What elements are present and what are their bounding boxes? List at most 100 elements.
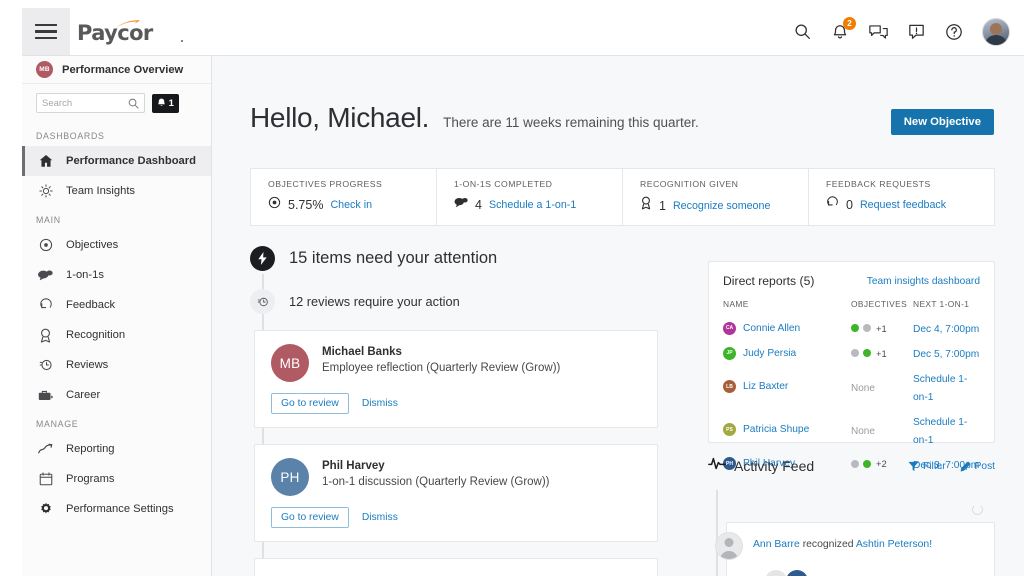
- avatar-body: [720, 551, 738, 559]
- award-ribbon-icon: [38, 328, 53, 343]
- stat-card-feedback-requests: FEEDBACK REQUESTS 0 Request feedback: [809, 169, 994, 225]
- sidebar-item-label: Team Insights: [66, 185, 136, 197]
- avatar: MB: [271, 344, 309, 382]
- sidebar-item-career[interactable]: Career: [22, 380, 211, 410]
- user-avatar[interactable]: [982, 17, 1010, 46]
- sidebar-item-1-on-1s[interactable]: 1-on-1s: [22, 260, 211, 290]
- chat-icon[interactable]: [866, 20, 890, 44]
- report-name-link[interactable]: Patricia Shupe: [743, 424, 809, 435]
- sidebar: MB Performance Overview 1 DASHBOARDS: [22, 56, 212, 576]
- top-bar-icons: 2: [790, 8, 1010, 55]
- new-objective-button[interactable]: New Objective: [890, 109, 994, 135]
- filter-label: Filter: [922, 460, 946, 472]
- next-one-on-one-link[interactable]: Dec 5, 7:00pm: [913, 349, 979, 360]
- sidebar-alerts-button[interactable]: 1: [152, 93, 179, 113]
- column-header-name: NAME: [723, 299, 749, 309]
- table-row[interactable]: LB Liz Baxter None Schedule 1-on-1: [723, 366, 980, 409]
- filter-icon: [908, 461, 919, 471]
- search-input[interactable]: [42, 97, 130, 109]
- stat-card-1-on-1s-completed: 1-ON-1S COMPLETED 4 Schedule a 1-on-1: [437, 169, 623, 225]
- help-icon[interactable]: [942, 20, 966, 44]
- stat-label: RECOGNITION GIVEN: [640, 179, 739, 189]
- sidebar-item-label: Feedback: [66, 299, 116, 311]
- greeting-subtext: There are 11 weeks remaining this quarte…: [443, 115, 699, 130]
- go-to-review-button[interactable]: Go to review: [271, 393, 349, 414]
- avatar: [786, 570, 808, 576]
- target-icon: [268, 196, 281, 214]
- stat-value: 5.75%: [288, 198, 324, 212]
- sidebar-item-performance-settings[interactable]: Performance Settings: [22, 494, 211, 524]
- sidebar-item-reporting[interactable]: Reporting: [22, 434, 211, 464]
- next-one-on-one-link[interactable]: Dec 4, 7:00pm: [913, 324, 979, 335]
- sidebar-item-programs[interactable]: Programs: [22, 464, 211, 494]
- page-title: Hello, Michael. There are 11 weeks remai…: [250, 102, 699, 134]
- avatar-face: [990, 22, 1002, 35]
- next-one-on-one-link[interactable]: Schedule 1-on-1: [913, 417, 967, 446]
- sidebar-item-feedback[interactable]: Feedback: [22, 290, 211, 320]
- sidebar-item-performance-overview[interactable]: MB Performance Overview: [22, 56, 211, 84]
- stat-card-objectives-progress: OBJECTIVES PROGRESS 5.75% Check in: [251, 169, 437, 225]
- sidebar-item-recognition[interactable]: Recognition: [22, 320, 211, 350]
- nav-group-header-main: MAIN: [36, 215, 61, 225]
- activity-actor[interactable]: Ann Barre: [753, 539, 800, 550]
- calendar-icon: [38, 472, 53, 486]
- status-dot: [851, 349, 859, 358]
- target-icon: [38, 238, 53, 252]
- dismiss-link[interactable]: Dismiss: [362, 512, 398, 523]
- attention-card: PH Phil Harvey 1-on-1 discussion (Quarte…: [254, 444, 658, 542]
- sidebar-item-objectives[interactable]: Objectives: [22, 230, 211, 260]
- stat-action-link[interactable]: Schedule a 1-on-1: [489, 199, 576, 211]
- attention-card: [254, 558, 658, 576]
- stat-label: 1-ON-1S COMPLETED: [454, 179, 553, 189]
- report-name-link[interactable]: Liz Baxter: [743, 381, 788, 392]
- sidebar-item-reviews[interactable]: Reviews: [22, 350, 211, 380]
- activity-target[interactable]: Ashtin Peterson!: [856, 539, 932, 550]
- notifications-bell-icon[interactable]: 2: [828, 16, 856, 44]
- go-to-review-button[interactable]: Go to review: [271, 507, 349, 528]
- table-row[interactable]: PS Patricia Shupe None Schedule 1-on-1: [723, 408, 980, 451]
- column-header-objectives: OBJECTIVES: [851, 299, 908, 309]
- attention-card-description: Employee reflection (Quarterly Review (G…: [322, 362, 561, 374]
- alerts-icon[interactable]: [904, 20, 928, 44]
- sidebar-item-team-insights[interactable]: Team Insights: [22, 176, 211, 206]
- avatar-face: [724, 538, 734, 547]
- status-dot: [851, 324, 859, 333]
- dismiss-link[interactable]: Dismiss: [362, 398, 398, 409]
- sidebar-user-avatar: MB: [36, 61, 53, 78]
- next-one-on-one-link[interactable]: Schedule 1-on-1: [913, 374, 967, 403]
- attention-title: 15 items need your attention: [289, 249, 498, 267]
- sidebar-item-performance-dashboard[interactable]: Performance Dashboard: [22, 146, 211, 176]
- stat-card-recognition-given: RECOGNITION GIVEN 1 Recognize someone: [623, 169, 809, 225]
- report-name-link[interactable]: Judy Persia: [743, 348, 796, 359]
- activity-feed-title: Activity Feed: [734, 458, 815, 474]
- stat-value: 4: [475, 198, 482, 212]
- attention-subtitle-row: 12 reviews require your action: [250, 289, 675, 314]
- attention-title-row: 15 items need your attention: [250, 246, 675, 271]
- stat-action-link[interactable]: Request feedback: [860, 199, 946, 211]
- post-button[interactable]: Post: [960, 461, 995, 472]
- attention-section: 15 items need your attention 12 reviews …: [250, 246, 675, 576]
- award-ribbon-icon: [640, 196, 652, 215]
- sidebar-item-label: Recognition: [66, 329, 126, 341]
- stat-action-link[interactable]: Recognize someone: [673, 200, 770, 212]
- direct-reports-title: Direct reports (5): [723, 274, 815, 288]
- stat-action-link[interactable]: Check in: [330, 199, 372, 211]
- notification-badge: 2: [843, 16, 856, 30]
- search-icon[interactable]: [790, 20, 814, 44]
- filter-button[interactable]: Filter: [908, 461, 946, 472]
- team-insights-dashboard-link[interactable]: Team insights dashboard: [867, 276, 980, 287]
- direct-reports-panel: Direct reports (5) Team insights dashboa…: [708, 261, 995, 471]
- search-box[interactable]: [36, 93, 145, 113]
- objectives-extra-count: +1: [876, 322, 887, 334]
- sidebar-item-label: Career: [66, 389, 101, 401]
- stat-label: OBJECTIVES PROGRESS: [268, 179, 383, 189]
- hamburger-menu-button[interactable]: [22, 8, 70, 55]
- table-row[interactable]: CA Connie Allen +1 Dec 4, 7:00pm: [723, 316, 980, 341]
- report-name-link[interactable]: Connie Allen: [743, 323, 800, 334]
- table-row[interactable]: JP Judy Persia +1 Dec 5, 7:00pm: [723, 341, 980, 366]
- pencil-icon: [960, 460, 971, 471]
- avatar: PS: [723, 423, 736, 437]
- stats-cards: OBJECTIVES PROGRESS 5.75% Check in 1-ON-…: [250, 168, 995, 226]
- bolt-icon: [250, 246, 275, 271]
- status-dot: [863, 324, 871, 333]
